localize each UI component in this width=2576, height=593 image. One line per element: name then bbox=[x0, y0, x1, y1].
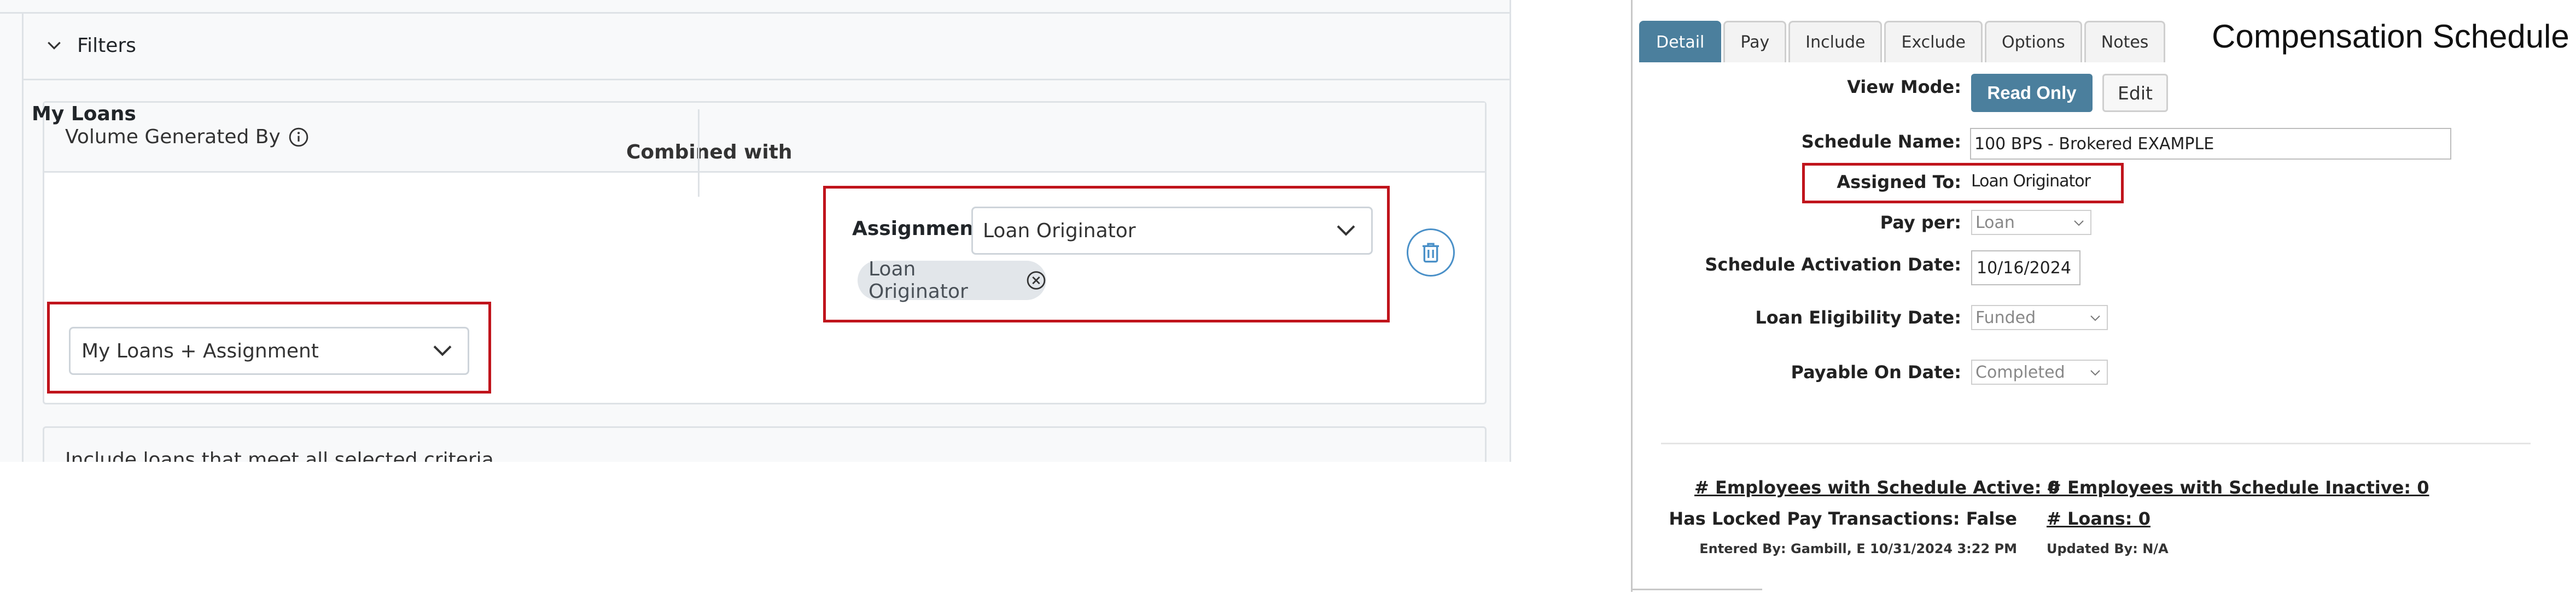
trash-icon bbox=[1423, 243, 1439, 263]
activation-date-label: Schedule Activation Date: bbox=[1705, 254, 1961, 275]
section-divider bbox=[1661, 443, 2531, 444]
tab-include[interactable]: Include bbox=[1788, 21, 1883, 62]
updated-by-text: Updated By: N/A bbox=[2047, 541, 2169, 556]
include-criteria-text: Include loans that meet all selected cri… bbox=[65, 449, 494, 462]
payable-date-value: Completed bbox=[1975, 362, 2065, 382]
volume-title: Volume Generated By bbox=[65, 126, 281, 148]
blank-area bbox=[0, 462, 1510, 593]
payable-date-label: Payable On Date: bbox=[1791, 362, 1961, 383]
eligibility-date-value: Funded bbox=[1975, 308, 2036, 327]
read-only-button[interactable]: Read Only bbox=[1971, 74, 2093, 112]
schedule-name-field[interactable]: 100 BPS - Brokered EXAMPLE bbox=[1970, 128, 2451, 160]
chevron-down-icon bbox=[2090, 315, 2100, 321]
filters-title: Filters bbox=[77, 34, 136, 57]
pay-per-label: Pay per: bbox=[1880, 212, 1961, 233]
payable-date-select[interactable]: Completed bbox=[1971, 360, 2108, 385]
highlight-box-assigned-to bbox=[1802, 163, 2124, 203]
highlight-box-assignment bbox=[823, 186, 1390, 322]
pay-per-select[interactable]: Loan bbox=[1971, 210, 2091, 235]
employees-active-link[interactable]: # Employees with Schedule Active: 0 bbox=[1694, 477, 2060, 498]
info-icon[interactable] bbox=[288, 127, 309, 148]
chevron-down-icon bbox=[2074, 220, 2084, 226]
eligibility-date-select[interactable]: Funded bbox=[1971, 305, 2108, 330]
entered-by-text: Entered By: Gambill, E 10/31/2024 3:22 P… bbox=[1699, 541, 2017, 556]
tab-options[interactable]: Options bbox=[1985, 21, 2082, 62]
schedule-name-label: Schedule Name: bbox=[1801, 131, 1961, 152]
compensation-schedule-panel: Detail Pay Include Exclude Options Notes… bbox=[1631, 0, 2576, 592]
filters-toggle[interactable]: Filters bbox=[22, 12, 1510, 80]
delete-button[interactable] bbox=[1407, 228, 1455, 277]
page-title: Compensation Schedule bbox=[2212, 18, 2569, 55]
employees-inactive-link[interactable]: # Employees with Schedule Inactive: 0 bbox=[2047, 477, 2429, 498]
vertical-divider bbox=[698, 109, 700, 197]
include-criteria-card: Include loans that meet all selected cri… bbox=[43, 426, 1487, 462]
filters-panel: Filters Volume Generated By My Loans Com… bbox=[0, 0, 1511, 462]
tab-bar: Detail Pay Include Exclude Options Notes bbox=[1639, 21, 2166, 62]
tab-exclude[interactable]: Exclude bbox=[1884, 21, 1983, 62]
locked-transactions-text: Has Locked Pay Transactions: False bbox=[1669, 508, 2017, 529]
activation-date-field[interactable]: 10/16/2024 bbox=[1971, 250, 2080, 285]
panel-bottom-line bbox=[1631, 589, 1762, 590]
panel-border bbox=[22, 80, 24, 462]
loans-count-link[interactable]: # Loans: 0 bbox=[2047, 508, 2150, 529]
chevron-down-icon bbox=[2090, 370, 2100, 376]
combined-with-label: Combined with bbox=[626, 141, 792, 163]
pay-per-value: Loan bbox=[1975, 213, 2015, 232]
highlight-box-my-loans bbox=[47, 302, 491, 394]
chevron-down-icon bbox=[48, 42, 61, 50]
edit-button[interactable]: Edit bbox=[2102, 74, 2168, 112]
tab-pay[interactable]: Pay bbox=[1723, 21, 1787, 62]
eligibility-date-label: Loan Eligibility Date: bbox=[1755, 307, 1961, 328]
tab-detail[interactable]: Detail bbox=[1639, 21, 1722, 62]
view-mode-label: View Mode: bbox=[1847, 77, 1961, 97]
my-loans-label: My Loans bbox=[32, 103, 136, 125]
panel-frame bbox=[1631, 0, 1633, 592]
tab-notes[interactable]: Notes bbox=[2084, 21, 2166, 62]
